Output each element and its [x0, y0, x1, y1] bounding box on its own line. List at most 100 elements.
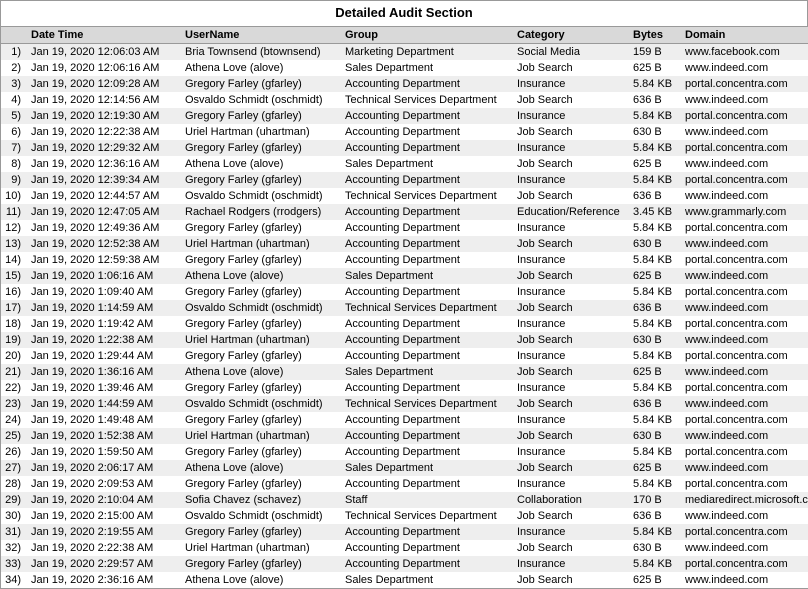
table-row[interactable]: 21)Jan 19, 2020 1:36:16 AMAthena Love (a…	[1, 364, 808, 380]
col-datetime[interactable]: Date Time	[27, 27, 181, 44]
cell-username: Athena Love (alove)	[181, 460, 341, 476]
cell-domain: portal.concentra.com	[681, 284, 808, 300]
table-row[interactable]: 26)Jan 19, 2020 1:59:50 AMGregory Farley…	[1, 444, 808, 460]
cell-domain: www.indeed.com	[681, 396, 808, 412]
cell-group: Accounting Department	[341, 124, 513, 140]
table-row[interactable]: 20)Jan 19, 2020 1:29:44 AMGregory Farley…	[1, 348, 808, 364]
table-row[interactable]: 8)Jan 19, 2020 12:36:16 AMAthena Love (a…	[1, 156, 808, 172]
col-category[interactable]: Category	[513, 27, 629, 44]
table-row[interactable]: 3)Jan 19, 2020 12:09:28 AMGregory Farley…	[1, 76, 808, 92]
table-row[interactable]: 23)Jan 19, 2020 1:44:59 AMOsvaldo Schmid…	[1, 396, 808, 412]
cell-category: Insurance	[513, 476, 629, 492]
cell-domain: portal.concentra.com	[681, 412, 808, 428]
row-number: 17)	[1, 300, 27, 316]
cell-username: Athena Love (alove)	[181, 364, 341, 380]
table-row[interactable]: 11)Jan 19, 2020 12:47:05 AMRachael Rodge…	[1, 204, 808, 220]
table-header: Date Time UserName Group Category Bytes …	[1, 27, 808, 44]
col-username[interactable]: UserName	[181, 27, 341, 44]
cell-username: Gregory Farley (gfarley)	[181, 444, 341, 460]
cell-group: Sales Department	[341, 364, 513, 380]
cell-username: Gregory Farley (gfarley)	[181, 476, 341, 492]
cell-datetime: Jan 19, 2020 12:44:57 AM	[27, 188, 181, 204]
col-group[interactable]: Group	[341, 27, 513, 44]
cell-datetime: Jan 19, 2020 12:47:05 AM	[27, 204, 181, 220]
table-row[interactable]: 16)Jan 19, 2020 1:09:40 AMGregory Farley…	[1, 284, 808, 300]
table-row[interactable]: 18)Jan 19, 2020 1:19:42 AMGregory Farley…	[1, 316, 808, 332]
cell-username: Athena Love (alove)	[181, 60, 341, 76]
table-row[interactable]: 27)Jan 19, 2020 2:06:17 AMAthena Love (a…	[1, 460, 808, 476]
cell-bytes: 5.84 KB	[629, 140, 681, 156]
cell-username: Osvaldo Schmidt (oschmidt)	[181, 92, 341, 108]
cell-bytes: 5.84 KB	[629, 444, 681, 460]
table-row[interactable]: 9)Jan 19, 2020 12:39:34 AMGregory Farley…	[1, 172, 808, 188]
cell-datetime: Jan 19, 2020 12:36:16 AM	[27, 156, 181, 172]
table-row[interactable]: 31)Jan 19, 2020 2:19:55 AMGregory Farley…	[1, 524, 808, 540]
table-body: 1)Jan 19, 2020 12:06:03 AMBria Townsend …	[1, 44, 808, 589]
cell-username: Uriel Hartman (uhartman)	[181, 332, 341, 348]
table-row[interactable]: 19)Jan 19, 2020 1:22:38 AMUriel Hartman …	[1, 332, 808, 348]
cell-datetime: Jan 19, 2020 2:10:04 AM	[27, 492, 181, 508]
table-row[interactable]: 25)Jan 19, 2020 1:52:38 AMUriel Hartman …	[1, 428, 808, 444]
cell-category: Insurance	[513, 348, 629, 364]
row-number: 21)	[1, 364, 27, 380]
row-number: 14)	[1, 252, 27, 268]
table-row[interactable]: 7)Jan 19, 2020 12:29:32 AMGregory Farley…	[1, 140, 808, 156]
cell-category: Insurance	[513, 76, 629, 92]
cell-username: Sofia Chavez (schavez)	[181, 492, 341, 508]
row-number: 13)	[1, 236, 27, 252]
cell-domain: www.indeed.com	[681, 364, 808, 380]
cell-domain: portal.concentra.com	[681, 524, 808, 540]
cell-bytes: 630 B	[629, 540, 681, 556]
cell-category: Job Search	[513, 364, 629, 380]
table-row[interactable]: 13)Jan 19, 2020 12:52:38 AMUriel Hartman…	[1, 236, 808, 252]
table-row[interactable]: 12)Jan 19, 2020 12:49:36 AMGregory Farle…	[1, 220, 808, 236]
table-row[interactable]: 34)Jan 19, 2020 2:36:16 AMAthena Love (a…	[1, 572, 808, 588]
table-row[interactable]: 14)Jan 19, 2020 12:59:38 AMGregory Farle…	[1, 252, 808, 268]
cell-domain: www.indeed.com	[681, 428, 808, 444]
col-domain[interactable]: Domain	[681, 27, 808, 44]
cell-group: Sales Department	[341, 572, 513, 588]
table-row[interactable]: 6)Jan 19, 2020 12:22:38 AMUriel Hartman …	[1, 124, 808, 140]
cell-username: Gregory Farley (gfarley)	[181, 524, 341, 540]
row-number: 26)	[1, 444, 27, 460]
row-number: 8)	[1, 156, 27, 172]
table-row[interactable]: 28)Jan 19, 2020 2:09:53 AMGregory Farley…	[1, 476, 808, 492]
table-row[interactable]: 32)Jan 19, 2020 2:22:38 AMUriel Hartman …	[1, 540, 808, 556]
cell-username: Uriel Hartman (uhartman)	[181, 428, 341, 444]
table-row[interactable]: 4)Jan 19, 2020 12:14:56 AMOsvaldo Schmid…	[1, 92, 808, 108]
table-row[interactable]: 5)Jan 19, 2020 12:19:30 AMGregory Farley…	[1, 108, 808, 124]
cell-datetime: Jan 19, 2020 12:06:03 AM	[27, 44, 181, 61]
table-row[interactable]: 17)Jan 19, 2020 1:14:59 AMOsvaldo Schmid…	[1, 300, 808, 316]
cell-domain: portal.concentra.com	[681, 76, 808, 92]
cell-datetime: Jan 19, 2020 12:19:30 AM	[27, 108, 181, 124]
table-row[interactable]: 10)Jan 19, 2020 12:44:57 AMOsvaldo Schmi…	[1, 188, 808, 204]
cell-domain: portal.concentra.com	[681, 220, 808, 236]
row-number: 3)	[1, 76, 27, 92]
cell-bytes: 5.84 KB	[629, 380, 681, 396]
table-row[interactable]: 1)Jan 19, 2020 12:06:03 AMBria Townsend …	[1, 44, 808, 61]
cell-group: Accounting Department	[341, 444, 513, 460]
cell-group: Accounting Department	[341, 348, 513, 364]
cell-group: Technical Services Department	[341, 396, 513, 412]
cell-bytes: 625 B	[629, 156, 681, 172]
table-row[interactable]: 22)Jan 19, 2020 1:39:46 AMGregory Farley…	[1, 380, 808, 396]
cell-bytes: 5.84 KB	[629, 476, 681, 492]
col-bytes[interactable]: Bytes	[629, 27, 681, 44]
table-row[interactable]: 2)Jan 19, 2020 12:06:16 AMAthena Love (a…	[1, 60, 808, 76]
cell-username: Gregory Farley (gfarley)	[181, 108, 341, 124]
cell-bytes: 636 B	[629, 92, 681, 108]
cell-datetime: Jan 19, 2020 1:06:16 AM	[27, 268, 181, 284]
row-number: 19)	[1, 332, 27, 348]
table-row[interactable]: 24)Jan 19, 2020 1:49:48 AMGregory Farley…	[1, 412, 808, 428]
table-row[interactable]: 30)Jan 19, 2020 2:15:00 AMOsvaldo Schmid…	[1, 508, 808, 524]
table-row[interactable]: 15)Jan 19, 2020 1:06:16 AMAthena Love (a…	[1, 268, 808, 284]
cell-group: Accounting Department	[341, 316, 513, 332]
cell-domain: www.indeed.com	[681, 572, 808, 588]
cell-domain: portal.concentra.com	[681, 172, 808, 188]
table-row[interactable]: 29)Jan 19, 2020 2:10:04 AMSofia Chavez (…	[1, 492, 808, 508]
row-number: 6)	[1, 124, 27, 140]
row-number: 15)	[1, 268, 27, 284]
cell-domain: portal.concentra.com	[681, 140, 808, 156]
cell-username: Uriel Hartman (uhartman)	[181, 540, 341, 556]
table-row[interactable]: 33)Jan 19, 2020 2:29:57 AMGregory Farley…	[1, 556, 808, 572]
